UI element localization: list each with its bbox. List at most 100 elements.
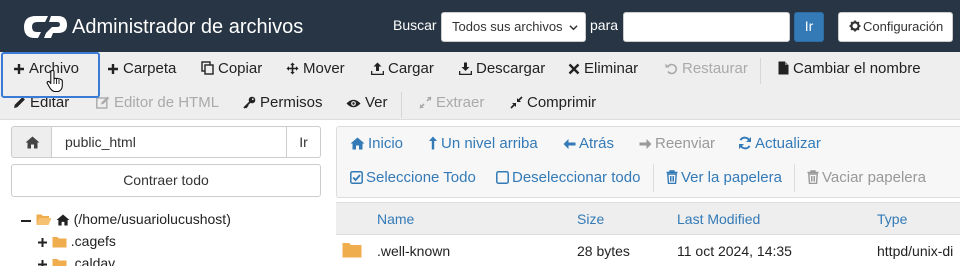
restore-label: Restaurar [682, 60, 748, 77]
collapse-toggle-icon [21, 220, 31, 222]
tree-item-label: (/home/usuariolucushost) [73, 211, 231, 227]
path-go-button[interactable]: Ir [286, 126, 321, 158]
folder-icon [52, 237, 67, 248]
arrow-right-icon [639, 139, 652, 149]
search-label: Buscar [393, 17, 437, 33]
column-header-type[interactable]: Type [877, 211, 907, 227]
nav-refresh-label: Actualizar [755, 135, 821, 152]
file-icon [778, 61, 789, 75]
undo-icon [665, 63, 677, 75]
file-table-header: Name Size Last Modified Type [336, 202, 960, 235]
tree-item[interactable]: .cagefs [37, 231, 116, 251]
compress-button[interactable]: Comprimir [510, 92, 596, 114]
settings-label: Configuración [863, 19, 944, 34]
search-input[interactable] [623, 12, 790, 42]
search-go-button[interactable]: Ir [794, 12, 824, 42]
file-type-cell: httpd/unix-di [877, 243, 954, 259]
delete-button[interactable]: Eliminar [568, 58, 638, 80]
nav-refresh-button[interactable]: Actualizar [738, 134, 821, 154]
download-label: Descargar [476, 60, 546, 77]
settings-button[interactable]: Configuración [838, 12, 953, 42]
nav-home-label: Inicio [368, 135, 404, 152]
copy-button[interactable]: Copiar [201, 58, 262, 80]
select-all-button[interactable]: Seleccione Todo [350, 168, 476, 188]
file-modified-cell: 11 oct 2024, 14:35 [677, 243, 792, 259]
view-button[interactable]: Ver [346, 92, 388, 114]
home-directory-button[interactable] [11, 126, 52, 158]
compress-label: Comprimir [527, 94, 597, 111]
view-label: Ver [365, 94, 388, 111]
column-header-name[interactable]: Name [377, 211, 414, 227]
home-icon [25, 136, 40, 149]
check-square-icon [350, 171, 363, 184]
edit-icon [96, 96, 110, 109]
home-icon [56, 214, 70, 226]
extract-button[interactable]: Extraer [419, 92, 484, 114]
column-header-modified[interactable]: Last Modified [677, 211, 760, 227]
new-folder-button[interactable]: Carpeta [107, 58, 176, 80]
permissions-button[interactable]: Permisos [243, 92, 323, 114]
times-icon [568, 63, 580, 75]
chevron-down-icon [569, 25, 578, 31]
upload-label: Cargar [388, 60, 434, 77]
view-trash-button[interactable]: Ver la papelera [666, 168, 782, 188]
tree-item-root[interactable]: (/home/usuariolucushost) [20, 209, 231, 229]
column-header-size[interactable]: Size [577, 211, 604, 227]
rename-button[interactable]: Cambiar el nombre [778, 58, 921, 80]
nav-back-label: Atrás [579, 135, 615, 152]
trash-icon [666, 170, 678, 185]
nav-forward-button[interactable]: Reenviar [639, 134, 715, 154]
upload-button[interactable]: Cargar [370, 58, 434, 80]
permissions-label: Permisos [260, 94, 323, 111]
tree-item[interactable]: .caldav [37, 253, 115, 266]
arrow-left-icon [563, 139, 576, 149]
search-for-label: para [590, 17, 619, 33]
copy-icon [201, 61, 214, 75]
expand-toggle-icon [38, 260, 47, 266]
file-name-cell[interactable]: .well-known [377, 243, 450, 259]
hand-cursor-icon [46, 69, 63, 93]
folder-icon [52, 259, 67, 266]
empty-trash-button[interactable]: Vaciar papelera [807, 168, 926, 188]
nav-up-button[interactable]: Un nivel arriba [428, 134, 538, 154]
download-icon [458, 62, 473, 76]
expand-icon [419, 96, 432, 109]
expand-toggle-icon [38, 238, 47, 247]
app-title: Administrador de archivos [72, 16, 304, 38]
square-icon [496, 171, 509, 184]
key-icon [243, 96, 256, 109]
extract-label: Extraer [436, 94, 485, 111]
trash-icon [807, 170, 819, 185]
html-editor-button[interactable]: Editor de HTML [96, 92, 219, 114]
refresh-icon [739, 136, 751, 150]
move-icon [286, 62, 299, 75]
collapse-all-button[interactable]: Contraer todo [11, 164, 321, 197]
tree-item-label: .cagefs [70, 233, 116, 249]
deselect-all-label: Deseleccionar todo [512, 169, 641, 186]
nav-home-button[interactable]: Inicio [350, 134, 403, 154]
search-scope-select[interactable]: Todos sus archivos [441, 12, 586, 42]
move-button[interactable]: Mover [286, 58, 345, 80]
cpanel-logo-icon [24, 16, 67, 38]
level-up-icon [429, 136, 437, 150]
tree-item-label: .caldav [70, 255, 116, 266]
plus-icon [108, 64, 118, 74]
file-size-cell: 28 bytes [577, 243, 630, 259]
nav-divider [794, 164, 795, 192]
app-header: Administrador de archivos Buscar Todos s… [0, 0, 960, 52]
path-input[interactable]: public_html [51, 126, 287, 158]
restore-button[interactable]: Restaurar [665, 58, 748, 80]
home-icon [350, 137, 365, 150]
upload-icon [370, 62, 385, 76]
nav-back-button[interactable]: Atrás [563, 134, 614, 154]
compress-icon [510, 96, 523, 109]
deselect-all-button[interactable]: Deseleccionar todo [496, 168, 640, 188]
copy-label: Copiar [218, 60, 263, 77]
gear-icon [849, 20, 861, 32]
rename-label: Cambiar el nombre [793, 60, 921, 77]
download-button[interactable]: Descargar [458, 58, 546, 80]
folder-open-icon [36, 214, 52, 225]
new-folder-label: Carpeta [123, 60, 177, 77]
empty-trash-label: Vaciar papelera [822, 169, 926, 186]
move-label: Mover [303, 60, 345, 77]
